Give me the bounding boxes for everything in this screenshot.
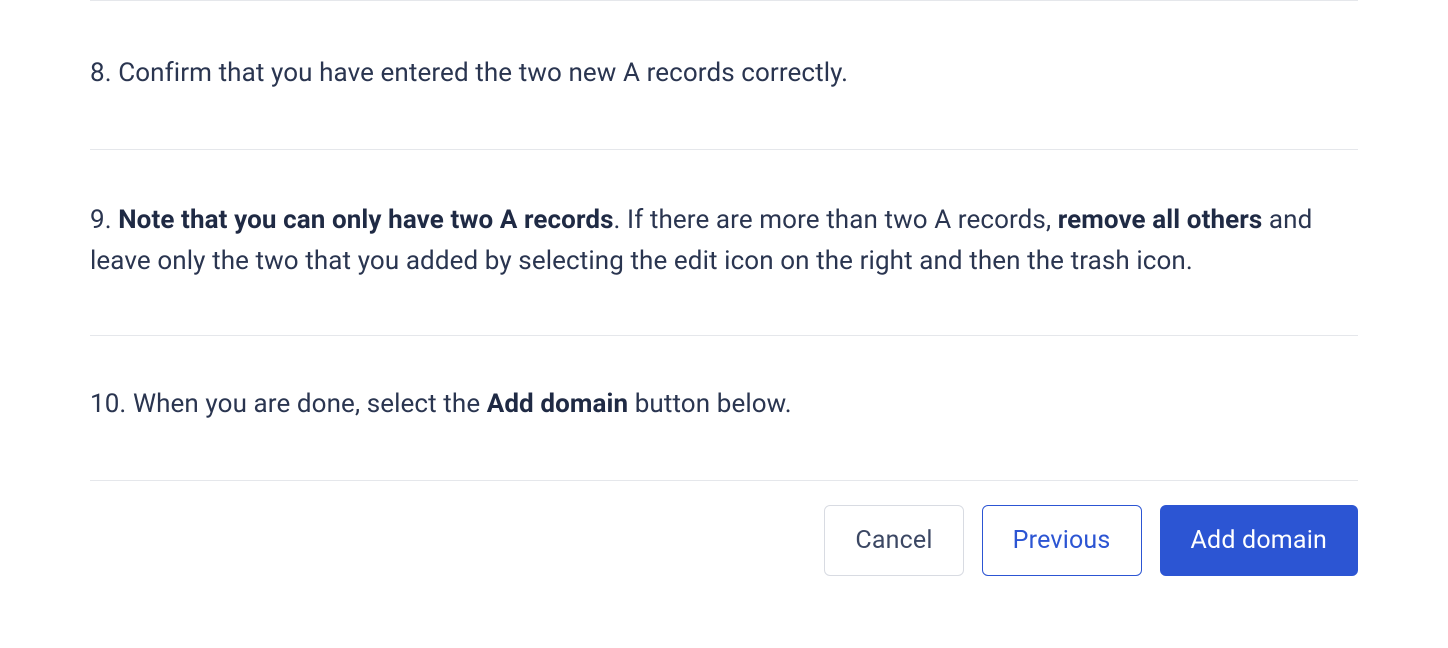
step-9-bold-1: Note that you can only have two A record… [118,205,613,235]
cancel-button[interactable]: Cancel [824,505,963,576]
step-9: 9. Note that you can only have two A rec… [90,150,1358,335]
step-10: 10. When you are done, select the Add do… [90,336,1358,480]
previous-button[interactable]: Previous [982,505,1142,576]
step-10-text-post: button below. [628,389,792,419]
step-8: 8. Confirm that you have entered the two… [90,1,1358,149]
button-row: Cancel Previous Add domain [90,481,1358,576]
step-9-number: 9. [90,205,112,235]
step-10-number: 10. [90,389,126,419]
step-9-text-1: . If there are more than two A records, [614,205,1058,235]
step-8-text: Confirm that you have entered the two ne… [118,58,848,88]
step-10-text-pre: When you are done, select the [133,389,487,419]
step-8-number: 8. [90,58,112,88]
step-10-bold: Add domain [487,389,628,419]
step-9-bold-2: remove all others [1058,205,1263,235]
add-domain-button[interactable]: Add domain [1160,505,1358,576]
